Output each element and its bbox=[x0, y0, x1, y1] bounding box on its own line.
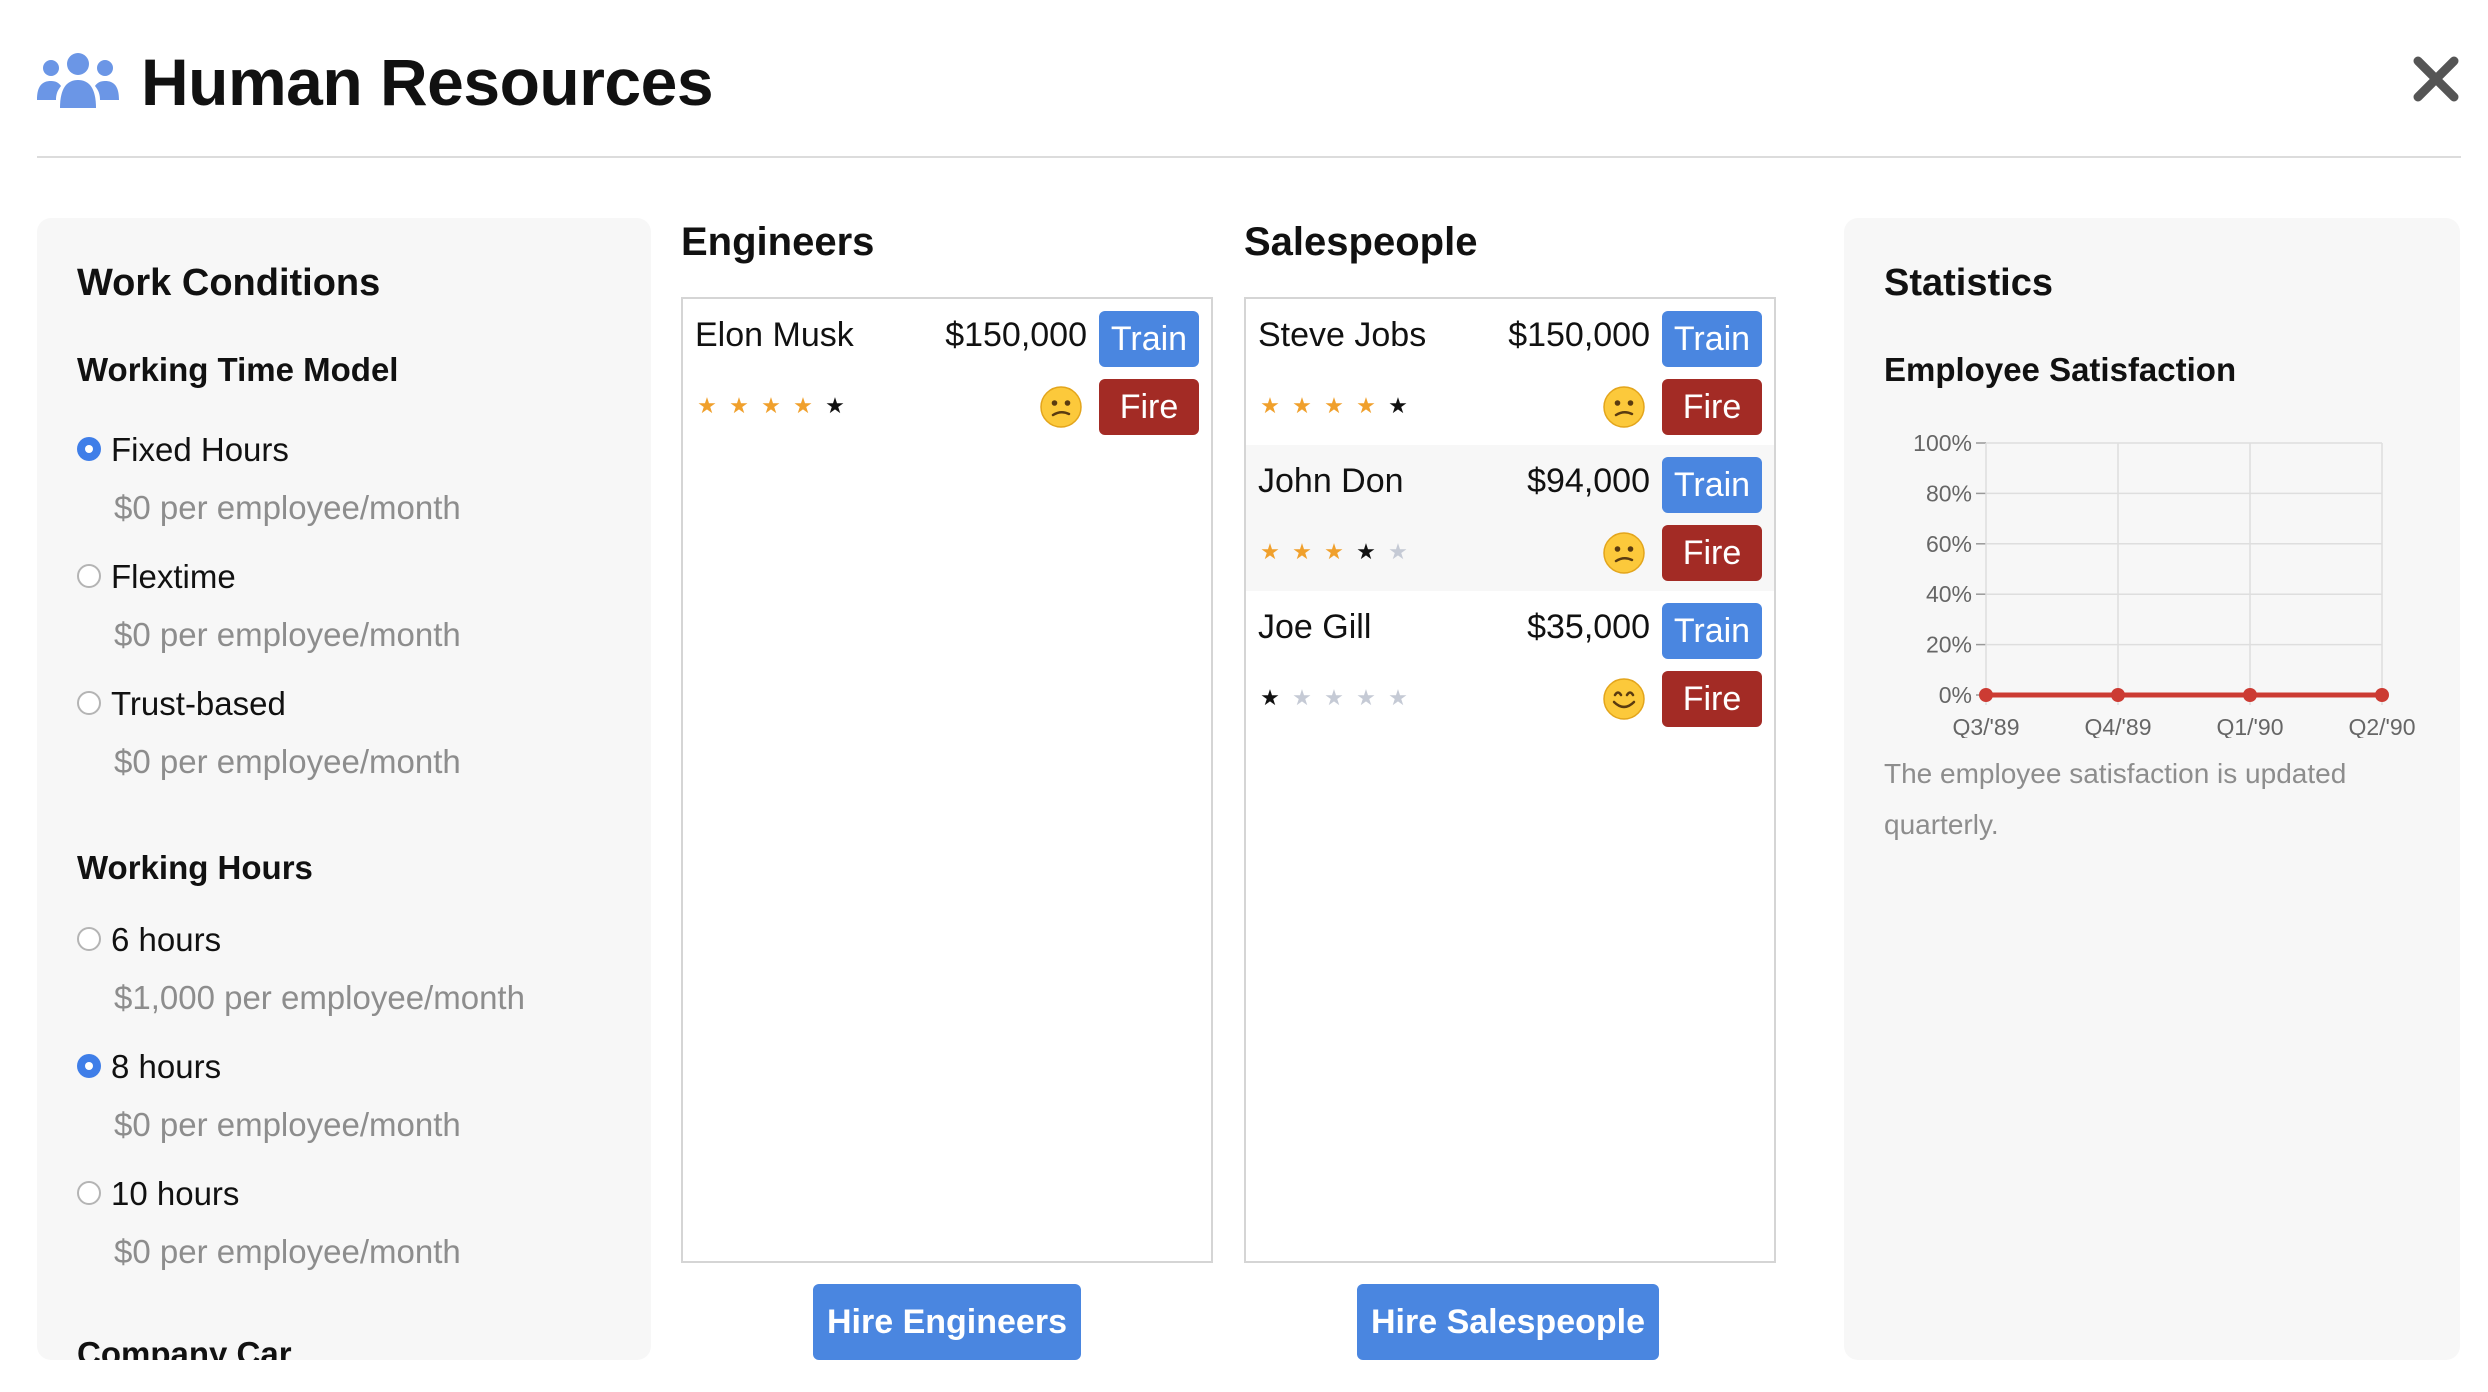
star-icon: ★ bbox=[1260, 686, 1280, 711]
option-label: 8 hours bbox=[111, 1048, 222, 1085]
y-tick-label: 0% bbox=[1939, 682, 1972, 708]
star-icon: ★ bbox=[1388, 394, 1408, 419]
y-tick-label: 80% bbox=[1926, 480, 1972, 506]
work-conditions-title: Work Conditions bbox=[77, 262, 381, 304]
engineers-list: Elon Musk $150,000 Train ★ ★ ★ ★ ★ Fire bbox=[681, 297, 1213, 1263]
chart-title: Employee Satisfaction bbox=[1884, 351, 2237, 388]
radio-trust-based[interactable] bbox=[77, 691, 101, 715]
happy-face-icon bbox=[1603, 678, 1645, 720]
star-icon: ★ bbox=[825, 394, 845, 419]
data-point bbox=[1979, 688, 1993, 702]
radio-10-hours[interactable] bbox=[77, 1181, 101, 1205]
statistics-panel: Statistics Employee Satisfaction 0% 20% 40… bbox=[1844, 218, 2460, 1360]
work-conditions-panel: Work Conditions Working Time Model Fixed… bbox=[37, 218, 651, 1360]
employee-salary: $94,000 bbox=[1527, 462, 1650, 500]
option-cost: $0 per employee/month bbox=[114, 1106, 461, 1143]
data-point bbox=[2243, 688, 2257, 702]
hire-engineers-button[interactable]: Hire Engineers bbox=[813, 1284, 1081, 1360]
star-icon: ★ bbox=[1324, 686, 1344, 711]
fire-button[interactable]: Fire bbox=[1099, 379, 1199, 435]
star-icon: ★ bbox=[1260, 540, 1280, 565]
working-hours-title: Working Hours bbox=[77, 849, 313, 886]
radio-8-hours[interactable] bbox=[77, 1054, 101, 1078]
train-button[interactable]: Train bbox=[1662, 457, 1762, 513]
star-icon: ★ bbox=[697, 394, 717, 419]
option-label: Flextime bbox=[111, 558, 236, 595]
satisfaction-chart: 0% 20% 40% 60% 80% 100% Q3/'89 Q4/'89 Q1/'90 Q2/'… bbox=[1913, 430, 2415, 738]
x-tick-label: Q3/'89 bbox=[1952, 714, 2019, 738]
option-cost: $0 per employee/month bbox=[114, 743, 461, 780]
x-tick-label: Q1/'90 bbox=[2216, 714, 2283, 738]
hire-salespeople-button[interactable]: Hire Salespeople bbox=[1357, 1284, 1659, 1360]
star-icon: ★ bbox=[761, 394, 781, 419]
y-tick-label: 40% bbox=[1926, 581, 1972, 607]
neutral-face-icon bbox=[1040, 386, 1082, 428]
option-cost: $1,000 per employee/month bbox=[114, 979, 525, 1016]
employee-name: John Don bbox=[1258, 462, 1404, 500]
option-cost: $0 per employee/month bbox=[114, 489, 461, 526]
company-car-title: Company Car bbox=[77, 1335, 292, 1360]
employee-row: Steve Jobs $150,000 Train ★ ★ ★ ★ ★ Fire bbox=[1246, 299, 1774, 445]
radio-fixed-hours[interactable] bbox=[77, 437, 101, 461]
star-icon: ★ bbox=[1388, 686, 1408, 711]
x-tick-label: Q2/'90 bbox=[2348, 714, 2415, 738]
option-cost: $0 per employee/month bbox=[114, 1233, 461, 1270]
y-tick-label: 100% bbox=[1913, 430, 1972, 456]
y-tick-label: 60% bbox=[1926, 531, 1972, 557]
employee-salary: $35,000 bbox=[1527, 608, 1650, 646]
option-label: 10 hours bbox=[111, 1175, 240, 1212]
star-icon: ★ bbox=[1356, 686, 1376, 711]
salespeople-list: Steve Jobs $150,000 Train ★ ★ ★ ★ ★ Fire Joh… bbox=[1244, 297, 1776, 1263]
star-icon: ★ bbox=[1324, 540, 1344, 565]
employee-salary: $150,000 bbox=[1508, 316, 1650, 354]
option-label: Fixed Hours bbox=[111, 431, 289, 468]
data-point bbox=[2375, 688, 2389, 702]
star-icon: ★ bbox=[1292, 686, 1312, 711]
neutral-face-icon bbox=[1603, 532, 1645, 574]
fire-button[interactable]: Fire bbox=[1662, 525, 1762, 581]
engineers-title: Engineers bbox=[681, 220, 875, 264]
train-button[interactable]: Train bbox=[1662, 603, 1762, 659]
close-icon[interactable] bbox=[2411, 54, 2461, 104]
employee-row: Joe Gill $35,000 Train ★ ★ ★ ★ ★ Fire bbox=[1246, 591, 1774, 737]
fire-button[interactable]: Fire bbox=[1662, 671, 1762, 727]
chart-note: The employee satisfaction is updated qua… bbox=[1884, 758, 2347, 840]
neutral-face-icon bbox=[1603, 386, 1645, 428]
employee-row: Elon Musk $150,000 Train ★ ★ ★ ★ ★ Fire bbox=[683, 299, 1211, 445]
users-icon bbox=[37, 53, 119, 108]
star-icon: ★ bbox=[1388, 540, 1408, 565]
star-icon: ★ bbox=[1292, 394, 1312, 419]
train-button[interactable]: Train bbox=[1099, 311, 1199, 367]
data-point bbox=[2111, 688, 2125, 702]
star-icon: ★ bbox=[793, 394, 813, 419]
radio-flextime[interactable] bbox=[77, 564, 101, 588]
star-icon: ★ bbox=[729, 394, 749, 419]
header: Human Resources bbox=[37, 40, 2461, 158]
star-icon: ★ bbox=[1324, 394, 1344, 419]
working-time-model-title: Working Time Model bbox=[77, 351, 399, 388]
fire-button[interactable]: Fire bbox=[1662, 379, 1762, 435]
star-icon: ★ bbox=[1356, 394, 1376, 419]
train-button[interactable]: Train bbox=[1662, 311, 1762, 367]
statistics-title: Statistics bbox=[1884, 262, 2053, 304]
x-tick-label: Q4/'89 bbox=[2084, 714, 2151, 738]
employee-salary: $150,000 bbox=[945, 316, 1087, 354]
employee-row: John Don $94,000 Train ★ ★ ★ ★ ★ Fire bbox=[1246, 445, 1774, 591]
employee-name: Steve Jobs bbox=[1258, 316, 1427, 354]
star-icon: ★ bbox=[1260, 394, 1280, 419]
option-label: 6 hours bbox=[111, 921, 222, 958]
radio-6-hours[interactable] bbox=[77, 927, 101, 951]
option-cost: $0 per employee/month bbox=[114, 616, 461, 653]
star-icon: ★ bbox=[1356, 540, 1376, 565]
page-title: Human Resources bbox=[141, 45, 714, 119]
y-tick-label: 20% bbox=[1926, 632, 1972, 658]
employee-name: Joe Gill bbox=[1258, 608, 1372, 646]
option-label: Trust-based bbox=[111, 685, 286, 722]
salespeople-title: Salespeople bbox=[1244, 220, 1478, 264]
star-icon: ★ bbox=[1292, 540, 1312, 565]
employee-name: Elon Musk bbox=[695, 316, 854, 354]
